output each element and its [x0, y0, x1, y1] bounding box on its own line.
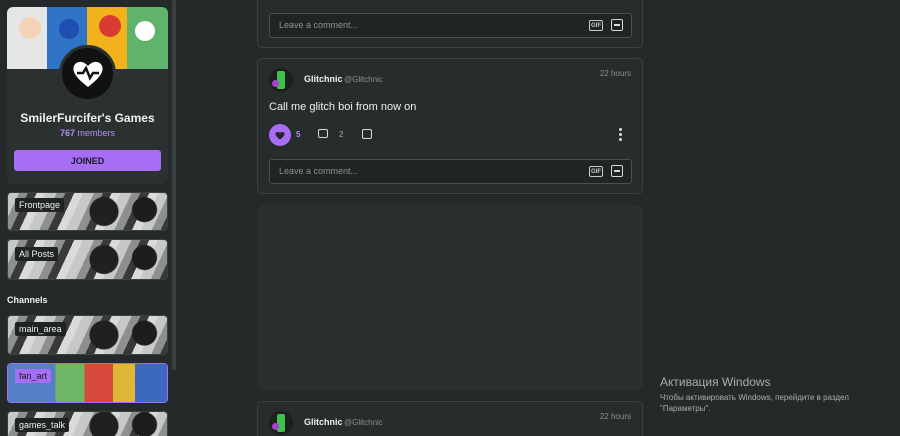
post-card: Glitchnic @Glitchnic 22 hours [257, 401, 643, 436]
group-card: SmilerFurcifer's Games 767 members JOINE… [7, 7, 168, 184]
gif-icon[interactable]: GIF [589, 20, 603, 31]
post-author[interactable]: Glitchnic [304, 74, 343, 84]
channel-main-area-label: main_area [15, 322, 66, 336]
author-avatar[interactable] [269, 411, 293, 435]
joined-button[interactable]: JOINED [14, 150, 161, 171]
like-count: 5 [296, 130, 301, 139]
nav-frontpage[interactable]: Frontpage [7, 192, 168, 231]
group-avatar [59, 45, 116, 102]
member-count: 767 members [59, 128, 116, 138]
post-loading-placeholder [257, 205, 643, 390]
nav-frontpage-label: Frontpage [15, 198, 65, 212]
sidebar: SmilerFurcifer's Games 767 members JOINE… [0, 0, 172, 436]
watermark-title: Активация Windows [660, 375, 771, 389]
post-card: Leave a comment... GIF [257, 0, 643, 48]
comment-placeholder: Leave a comment... [279, 20, 359, 30]
comment-placeholder: Leave a comment... [279, 166, 359, 176]
post-author[interactable]: Glitchnic [304, 417, 343, 427]
post-text: Call me glitch boi from now on [269, 101, 417, 113]
more-options-icon[interactable] [619, 128, 622, 141]
channel-games-talk-label: games_talk [15, 418, 70, 432]
sticker-icon[interactable] [611, 19, 623, 31]
comment-input[interactable]: Leave a comment... GIF [269, 159, 632, 184]
post-card: Glitchnic @Glitchnic 22 hours Call me gl… [257, 58, 643, 194]
like-button[interactable] [269, 124, 291, 146]
channel-fan-art-label: fan_art [15, 369, 52, 383]
reply-count: 2 [339, 130, 344, 139]
watermark-subtitle: Чтобы активировать Windows, перейдите в … [660, 393, 849, 413]
windows-activation-watermark: Активация Windows Чтобы активировать Win… [660, 375, 890, 414]
heart-icon [275, 131, 285, 139]
post-handle: @Glitchnic [344, 418, 383, 427]
post-handle: @Glitchnic [344, 75, 383, 84]
sticker-icon[interactable] [611, 165, 623, 177]
author-avatar[interactable] [269, 68, 293, 92]
group-name: SmilerFurcifer's Games [20, 111, 155, 125]
comment-input[interactable]: Leave a comment... GIF [269, 13, 632, 38]
nav-all-posts[interactable]: All Posts [7, 239, 168, 280]
channel-main-area[interactable]: main_area [7, 315, 168, 355]
channels-heading: Channels [7, 295, 48, 305]
heart-icon [72, 61, 103, 87]
sidebar-scrollbar[interactable] [172, 0, 176, 370]
comment-icon[interactable] [318, 129, 328, 138]
share-icon[interactable] [362, 129, 372, 139]
post-time: 22 hours [599, 69, 631, 78]
nav-all-posts-label: All Posts [15, 247, 59, 261]
post-time: 22 hours [599, 412, 631, 421]
channel-fan-art[interactable]: fan_art [7, 363, 168, 403]
gif-icon[interactable]: GIF [589, 166, 603, 177]
channel-games-talk[interactable]: games_talk [7, 411, 168, 436]
